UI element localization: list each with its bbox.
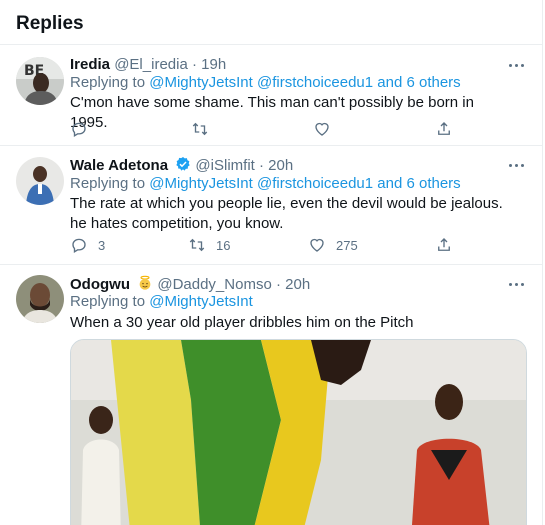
- author-handle[interactable]: @iSlimfit: [195, 157, 254, 174]
- separator: ·: [275, 276, 281, 293]
- like-button[interactable]: 275: [308, 235, 358, 255]
- author-name[interactable]: Odogwu: [70, 276, 130, 293]
- heart-icon: [310, 238, 324, 252]
- avatar-image: [16, 157, 64, 205]
- retweet-icon: [192, 122, 208, 136]
- tweet-actions: [70, 119, 470, 139]
- tweet-header: Odogwu @Daddy_Nomso · 20h: [70, 275, 310, 293]
- reply-tweet[interactable]: Wale Adetona @iSlimfit · 20h Replying to…: [0, 147, 542, 265]
- retweet-icon: [189, 238, 205, 252]
- mention-links[interactable]: @MightyJetsInt @firstchoiceedu1: [149, 74, 373, 91]
- retweet-button[interactable]: 16: [188, 235, 230, 255]
- share-icon: [438, 238, 450, 251]
- author-handle[interactable]: @Daddy_Nomso: [157, 276, 271, 293]
- others-link[interactable]: and 6 others: [377, 74, 460, 91]
- share-button[interactable]: [435, 119, 453, 139]
- avatar[interactable]: [16, 275, 64, 323]
- reply-button[interactable]: 3: [70, 235, 105, 255]
- replying-label: Replying to: [70, 74, 146, 91]
- replies-panel: Replies BE Iredia @El_iredia · 19h Reply…: [0, 0, 543, 525]
- reply-button[interactable]: [70, 119, 98, 139]
- heart-icon: [315, 122, 329, 136]
- replying-to: Replying to @MightyJetsInt @firstchoicee…: [70, 74, 461, 91]
- author-handle[interactable]: @El_iredia: [114, 56, 188, 73]
- avatar[interactable]: BE: [16, 57, 64, 105]
- like-button[interactable]: [313, 119, 341, 139]
- mention-links[interactable]: @MightyJetsInt @firstchoiceedu1: [149, 175, 373, 192]
- reply-icon: [72, 238, 86, 253]
- video-thumbnail: [71, 340, 526, 525]
- others-link[interactable]: and 6 others: [377, 175, 460, 192]
- author-name[interactable]: Wale Adetona: [70, 157, 168, 174]
- tweet-text: When a 30 year old player dribbles him o…: [70, 314, 414, 331]
- more-icon[interactable]: [509, 276, 525, 292]
- mention-links[interactable]: @MightyJetsInt: [149, 293, 253, 310]
- tweet-header: Iredia @El_iredia · 19h: [70, 56, 226, 73]
- like-count: 275: [336, 237, 358, 253]
- tweet-video[interactable]: [70, 339, 527, 525]
- reply-count: 3: [98, 237, 106, 253]
- replies-header: Replies: [0, 0, 542, 45]
- timestamp[interactable]: 20h: [268, 157, 293, 174]
- page-title: Replies: [16, 13, 84, 34]
- timestamp[interactable]: 20h: [285, 276, 310, 293]
- author-name[interactable]: Iredia: [70, 56, 110, 73]
- replying-label: Replying to: [70, 293, 146, 310]
- separator: ·: [259, 157, 264, 174]
- replying-to: Replying to @MightyJetsInt: [70, 293, 253, 310]
- reply-icon: [72, 122, 86, 137]
- reply-tweet[interactable]: BE Iredia @El_iredia · 19h Replying to @…: [0, 46, 542, 146]
- replying-label: Replying to: [70, 175, 146, 192]
- avatar-image: [16, 275, 64, 323]
- share-icon: [438, 122, 450, 135]
- verified-badge-icon: [176, 157, 190, 171]
- replying-to: Replying to @MightyJetsInt @firstchoicee…: [70, 175, 461, 192]
- more-icon[interactable]: [509, 157, 525, 173]
- separator: ·: [191, 56, 197, 73]
- timestamp[interactable]: 19h: [201, 56, 226, 73]
- retweet-count: 16: [216, 237, 231, 253]
- avatar[interactable]: [16, 157, 64, 205]
- tweet-actions: 3 16 275: [70, 235, 470, 255]
- angel-emoji-icon: [139, 275, 151, 290]
- tweet-header: Wale Adetona @iSlimfit · 20h: [70, 156, 293, 174]
- retweet-button[interactable]: [191, 119, 219, 139]
- tweet-text: The rate at which you people lie, even t…: [70, 195, 503, 232]
- more-icon[interactable]: [509, 57, 525, 73]
- share-button[interactable]: [435, 235, 453, 255]
- avatar-image: BE: [16, 57, 64, 105]
